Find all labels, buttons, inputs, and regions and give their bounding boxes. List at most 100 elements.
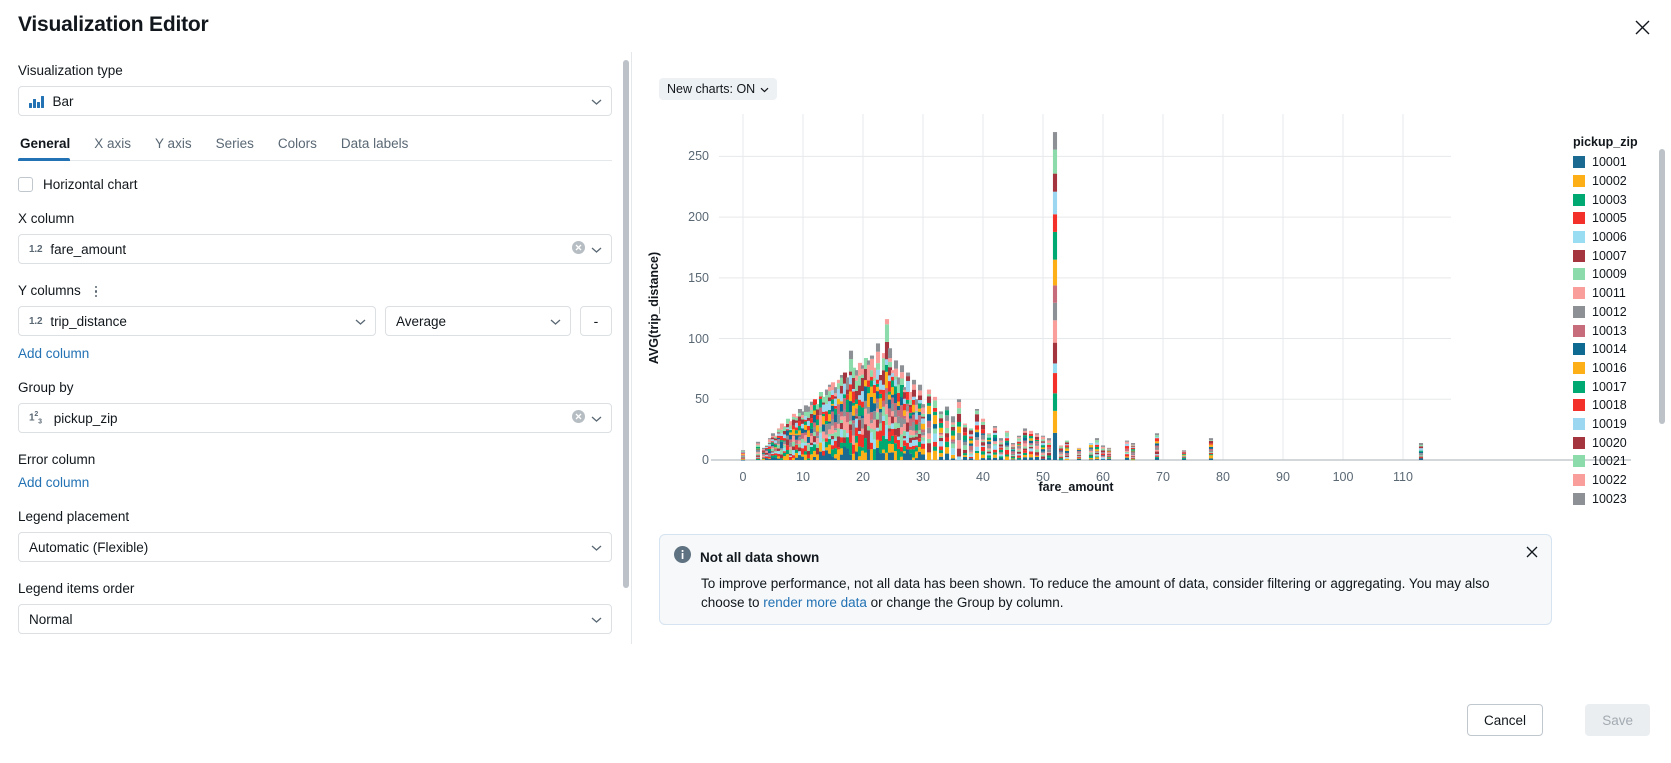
legend-item[interactable]: 10016 bbox=[1573, 359, 1661, 378]
render-more-data-link[interactable]: render more data bbox=[763, 595, 867, 610]
legend-label: 10013 bbox=[1592, 323, 1627, 338]
clear-x-column-icon[interactable] bbox=[572, 241, 585, 257]
y-tick-label: 50 bbox=[695, 392, 709, 407]
chevron-down-icon bbox=[591, 540, 602, 555]
config-panel-scrollbar[interactable] bbox=[623, 60, 629, 588]
legend-item[interactable]: 10013 bbox=[1573, 321, 1661, 340]
y-tick-label: 200 bbox=[688, 210, 709, 225]
legend-title: pickup_zip bbox=[1573, 135, 1638, 149]
tab-series[interactable]: Series bbox=[204, 136, 266, 160]
tab-general[interactable]: General bbox=[18, 136, 82, 161]
legend-swatch bbox=[1573, 399, 1585, 412]
chart-legend: pickup_zip 10001 10002 10003 10005 10006 1000… bbox=[1573, 135, 1665, 508]
page-title: Visualization Editor bbox=[18, 13, 209, 36]
legend-label: 10014 bbox=[1592, 342, 1627, 357]
legend-item[interactable]: 10023 bbox=[1573, 489, 1661, 508]
y-column-row: 1.2 trip_distance Average - bbox=[18, 306, 612, 336]
legend-items-order-select[interactable]: Normal bbox=[18, 604, 612, 634]
legend-placement-select[interactable]: Automatic (Flexible) bbox=[18, 532, 612, 562]
visualization-type-select[interactable]: Bar bbox=[18, 86, 612, 116]
y-tick-label: 250 bbox=[688, 149, 709, 164]
x-column-select[interactable]: 1.2 fare_amount bbox=[18, 234, 612, 264]
legend-label: 10007 bbox=[1592, 248, 1627, 263]
close-icon bbox=[1526, 545, 1538, 563]
chevron-down-icon bbox=[591, 242, 602, 257]
legend-item[interactable]: 10019 bbox=[1573, 415, 1661, 434]
x-axis-label: fare_amount bbox=[1038, 480, 1114, 494]
legend-swatch bbox=[1573, 492, 1585, 505]
legend-swatch bbox=[1573, 175, 1585, 188]
legend-item[interactable]: 10022 bbox=[1573, 471, 1661, 490]
new-charts-toggle[interactable]: New charts: ON bbox=[659, 78, 778, 100]
legend-swatch bbox=[1573, 212, 1585, 225]
cancel-button[interactable]: Cancel bbox=[1466, 704, 1543, 736]
visualization-type-value: Bar bbox=[52, 93, 74, 109]
legend-item[interactable]: 10005 bbox=[1573, 209, 1661, 228]
legend-item[interactable]: 10014 bbox=[1573, 340, 1661, 359]
chart-canvas: AVG(trip_distance) 0 50 100 150 200 250 0 10 20… bbox=[641, 108, 1671, 506]
legend-label: 10021 bbox=[1592, 454, 1627, 469]
notice-header: Not all data shown bbox=[674, 546, 1537, 568]
group-by-label: Group by bbox=[18, 380, 74, 395]
legend-swatch bbox=[1573, 361, 1585, 374]
legend-item[interactable]: 10017 bbox=[1573, 377, 1661, 396]
legend-item[interactable]: 10007 bbox=[1573, 246, 1661, 265]
x-column-value: fare_amount bbox=[50, 241, 127, 257]
legend-scrollbar[interactable] bbox=[1659, 149, 1665, 424]
tab-data-labels[interactable]: Data labels bbox=[329, 136, 421, 160]
legend-label: 10020 bbox=[1592, 435, 1627, 450]
close-icon bbox=[1635, 20, 1650, 35]
x-column-label: X column bbox=[18, 211, 75, 226]
legend-swatch bbox=[1573, 249, 1585, 262]
close-dialog-button[interactable] bbox=[1629, 14, 1655, 40]
legend-item[interactable]: 10002 bbox=[1573, 172, 1661, 191]
legend-label: 10016 bbox=[1592, 360, 1627, 375]
clear-group-by-icon[interactable] bbox=[572, 410, 585, 426]
legend-item[interactable]: 10018 bbox=[1573, 396, 1661, 415]
tab-colors[interactable]: Colors bbox=[266, 136, 329, 160]
remove-y-column-button[interactable]: - bbox=[580, 306, 612, 336]
legend-item[interactable]: 10021 bbox=[1573, 452, 1661, 471]
group-by-select[interactable]: 123 pickup_zip bbox=[18, 403, 612, 433]
horizontal-chart-row[interactable]: Horizontal chart bbox=[18, 177, 612, 192]
y-column-select[interactable]: 1.2 trip_distance bbox=[18, 306, 376, 336]
legend-item[interactable]: 10011 bbox=[1573, 284, 1661, 303]
legend-item[interactable]: 10003 bbox=[1573, 190, 1661, 209]
y-columns-label-row: Y columns bbox=[18, 282, 612, 300]
add-error-column-link[interactable]: Add column bbox=[18, 475, 612, 490]
legend-swatch bbox=[1573, 231, 1585, 244]
legend-item[interactable]: 10012 bbox=[1573, 303, 1661, 322]
legend-label: 10018 bbox=[1592, 398, 1627, 413]
legend-item[interactable]: 10006 bbox=[1573, 228, 1661, 247]
notice-text-after-link: or change the Group by column. bbox=[866, 595, 1064, 610]
tab-y-axis[interactable]: Y axis bbox=[143, 136, 204, 160]
legend-label: 10012 bbox=[1592, 304, 1627, 319]
y-tick-label: 150 bbox=[688, 270, 709, 285]
error-column-label: Error column bbox=[18, 452, 96, 467]
y-aggregation-select[interactable]: Average bbox=[385, 306, 571, 336]
legend-item[interactable]: 10009 bbox=[1573, 265, 1661, 284]
legend-swatch bbox=[1573, 324, 1585, 337]
not-all-data-shown-banner: Not all data shown To improve performanc… bbox=[659, 534, 1552, 625]
legend-label: 10006 bbox=[1592, 230, 1627, 245]
legend-label: 10005 bbox=[1592, 211, 1627, 226]
group-by-value: pickup_zip bbox=[53, 410, 118, 426]
integer-column-type-icon: 123 bbox=[29, 410, 42, 426]
legend-swatch bbox=[1573, 343, 1585, 356]
new-charts-label: New charts: ON bbox=[667, 82, 756, 96]
legend-item[interactable]: 10001 bbox=[1573, 153, 1661, 172]
numeric-column-type-icon: 1.2 bbox=[29, 315, 43, 327]
save-button: Save bbox=[1585, 704, 1650, 736]
dismiss-notice-button[interactable] bbox=[1522, 544, 1542, 564]
legend-item[interactable]: 10020 bbox=[1573, 433, 1661, 452]
y-columns-options-icon[interactable] bbox=[94, 285, 98, 298]
y-columns-label: Y columns bbox=[18, 283, 81, 298]
chevron-down-icon bbox=[355, 314, 366, 329]
legend-placement-value: Automatic (Flexible) bbox=[29, 539, 149, 555]
add-y-column-link[interactable]: Add column bbox=[18, 346, 612, 361]
tab-x-axis[interactable]: X axis bbox=[82, 136, 143, 160]
visualization-type-label: Visualization type bbox=[18, 63, 123, 78]
horizontal-chart-checkbox[interactable] bbox=[18, 177, 33, 192]
horizontal-chart-label: Horizontal chart bbox=[43, 177, 138, 192]
config-tabs: General X axis Y axis Series Colors Data… bbox=[18, 136, 612, 161]
